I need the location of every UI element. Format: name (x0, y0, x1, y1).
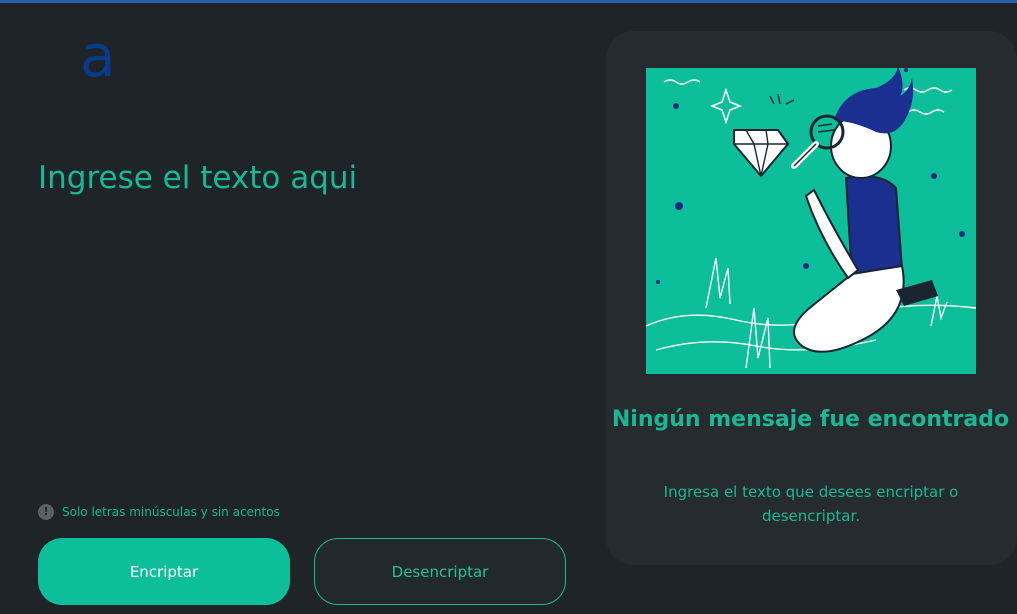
top-border (0, 0, 1017, 3)
hint: ! Solo letras minúsculas y sin acentos (38, 504, 280, 520)
decrypt-button[interactable]: Desencriptar (314, 538, 566, 605)
hint-text: Solo letras minúsculas y sin acentos (62, 505, 280, 519)
output-panel: Ningún mensaje fue encontrado Ingresa el… (606, 31, 1017, 565)
svg-text:a: a (80, 28, 116, 82)
exclamation-circle-icon: ! (38, 504, 54, 520)
empty-state-title: Ningún mensaje fue encontrado (611, 407, 1010, 432)
text-input[interactable] (38, 160, 578, 470)
encrypt-button[interactable]: Encriptar (38, 538, 290, 605)
illustration-icon (646, 68, 976, 374)
empty-state-description: Ingresa el texto que desees encriptar o … (663, 483, 959, 525)
logo-icon: a (80, 28, 116, 82)
